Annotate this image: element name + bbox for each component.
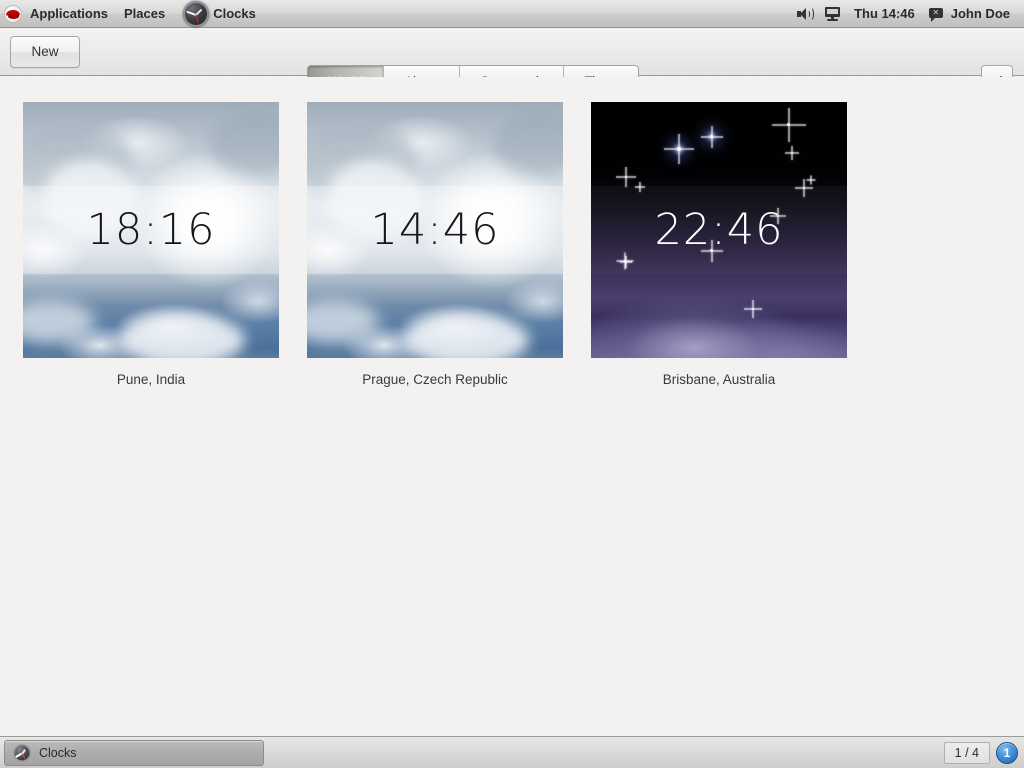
clock-time: 14:46 <box>370 205 500 255</box>
panel-clock[interactable]: Thu 14:46 <box>846 6 923 21</box>
applications-menu[interactable]: Applications <box>22 0 116 28</box>
volume-icon[interactable] <box>797 6 815 21</box>
clock-location-label: Pune, India <box>116 372 186 387</box>
clock-card-brisbane[interactable]: 22:46 Brisbane, Australia <box>591 102 847 387</box>
clock-icon <box>183 0 210 27</box>
time-band: 18:16 <box>23 186 279 274</box>
time-band: 22:46 <box>591 186 847 274</box>
clock-time: 22:46 <box>654 205 784 255</box>
clock-location-label: Brisbane, Australia <box>662 372 776 387</box>
window-menu[interactable]: Clocks <box>177 0 266 28</box>
bottom-panel-right: 1 / 4 1 <box>943 741 1024 764</box>
world-clocks-content: 18:16 Pune, India 14:46 Prague, Czech Re… <box>0 77 1024 736</box>
taskbar-window-label: Clocks <box>39 745 77 760</box>
time-band: 14:46 <box>307 186 563 274</box>
top-panel: Applications Places Clocks Thu 14:46 ✕ J… <box>0 0 1024 28</box>
places-menu[interactable]: Places <box>116 0 173 28</box>
clock-thumbnail-night: 22:46 <box>591 102 847 358</box>
user-menu[interactable]: John Doe <box>949 6 1014 21</box>
clock-card-pune[interactable]: 18:16 Pune, India <box>23 102 279 387</box>
top-panel-right: Thu 14:46 ✕ John Doe <box>791 0 1024 28</box>
app-toolbar: New World Alarm Stopwatch Timer <box>0 28 1024 97</box>
clock-icon <box>13 743 31 762</box>
chat-icon[interactable]: ✕ <box>928 7 943 22</box>
display-icon[interactable] <box>825 6 841 21</box>
new-button[interactable]: New <box>10 35 80 68</box>
clock-time: 18:16 <box>86 205 216 255</box>
taskbar-window-clocks[interactable]: Clocks <box>4 739 264 766</box>
redhat-logo-icon <box>4 4 22 23</box>
clock-card-prague[interactable]: 14:46 Prague, Czech Republic <box>307 102 563 387</box>
workspace-switcher[interactable]: 1 / 4 <box>943 741 990 764</box>
notification-badge[interactable]: 1 <box>996 741 1018 764</box>
top-panel-left: Applications Places Clocks <box>0 0 266 28</box>
clock-grid: 18:16 Pune, India 14:46 Prague, Czech Re… <box>23 102 847 387</box>
clock-thumbnail-day: 14:46 <box>307 102 563 358</box>
clock-location-label: Prague, Czech Republic <box>362 372 508 387</box>
bottom-panel: Clocks 1 / 4 1 <box>0 736 1024 768</box>
clock-thumbnail-day: 18:16 <box>23 102 279 358</box>
